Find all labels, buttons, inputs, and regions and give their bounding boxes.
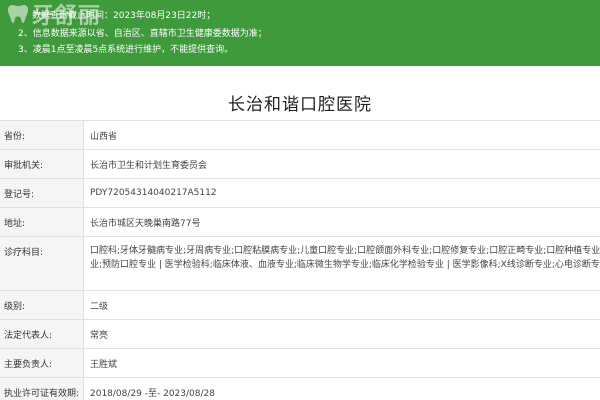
row-approval-authority: 审批机关: 长治市卫生和计划生育委员会 — [0, 150, 600, 179]
label-address: 地址: — [0, 208, 84, 236]
tooth-icon — [8, 5, 28, 23]
label-principal: 主要负责人: — [0, 349, 84, 377]
value-principal: 王胜斌 — [90, 359, 118, 370]
row-legal-representative: 法定代表人: 常亮 — [0, 320, 600, 349]
value-level: 二级 — [90, 301, 109, 312]
label-registration-number: 登记号: — [0, 179, 84, 207]
value-license-validity: 2018/08/29 -至- 2023/08/28 — [90, 388, 215, 399]
hospital-name: 长治和谐口腔医院 — [228, 95, 372, 115]
row-province: 省份: 山西省 — [0, 121, 600, 150]
row-level: 级别: 二级 — [0, 291, 600, 320]
value-province: 山西省 — [90, 131, 118, 142]
value-legal-representative: 常亮 — [90, 330, 109, 341]
label-province: 省份: — [0, 121, 84, 149]
row-license-validity: 执业许可证有效期: 2018/08/29 -至- 2023/08/28 — [0, 378, 600, 400]
notice-line-2: 2、信息数据来源以省、自治区、直辖市卫生健康委数据为准； — [18, 29, 267, 39]
departments-line-2: 业;预防口腔专业 | 医学检验科;临床体液、血液专业;临床微生物学专业;临床化学… — [90, 260, 600, 270]
row-departments: 诊疗科目: 口腔科;牙体牙髓病专业;牙周病专业;口腔粘膜病专业;儿童口腔专业;口… — [0, 237, 600, 291]
notice-line-1: 数据查询截止时间：2023年08月23日22时； — [32, 11, 216, 21]
notice-line-3: 3、凌晨1点至凌晨5点系统进行维护，不能提供查询。 — [18, 45, 234, 55]
label-departments: 诊疗科目: — [0, 237, 84, 290]
value-approval-authority: 长治市卫生和计划生育委员会 — [90, 160, 208, 171]
value-registration-number: PDY72054314040217A5112 — [90, 188, 217, 198]
notice-banner: 牙舒丽 数据查询截止时间：2023年08月23日22时； 2、信息数据来源以省、… — [0, 0, 600, 66]
row-registration-number: 登记号: PDY72054314040217A5112 — [0, 179, 600, 208]
label-legal-representative: 法定代表人: — [0, 320, 84, 348]
row-principal: 主要负责人: 王胜斌 — [0, 349, 600, 378]
label-approval-authority: 审批机关: — [0, 150, 84, 178]
value-departments: 口腔科;牙体牙髓病专业;牙周病专业;口腔粘膜病专业;儿童口腔专业;口腔颌面外科专… — [84, 237, 600, 290]
value-address: 长治市城区天晚巢南路77号 — [90, 218, 201, 229]
label-level: 级别: — [0, 291, 84, 319]
info-table: 省份: 山西省 审批机关: 长治市卫生和计划生育委员会 登记号: PDY7205… — [0, 120, 600, 400]
departments-line-1: 口腔科;牙体牙髓病专业;牙周病专业;口腔粘膜病专业;儿童口腔专业;口腔颌面外科专… — [90, 246, 600, 256]
row-address: 地址: 长治市城区天晚巢南路77号 — [0, 208, 600, 237]
label-license-validity: 执业许可证有效期: — [0, 378, 84, 400]
